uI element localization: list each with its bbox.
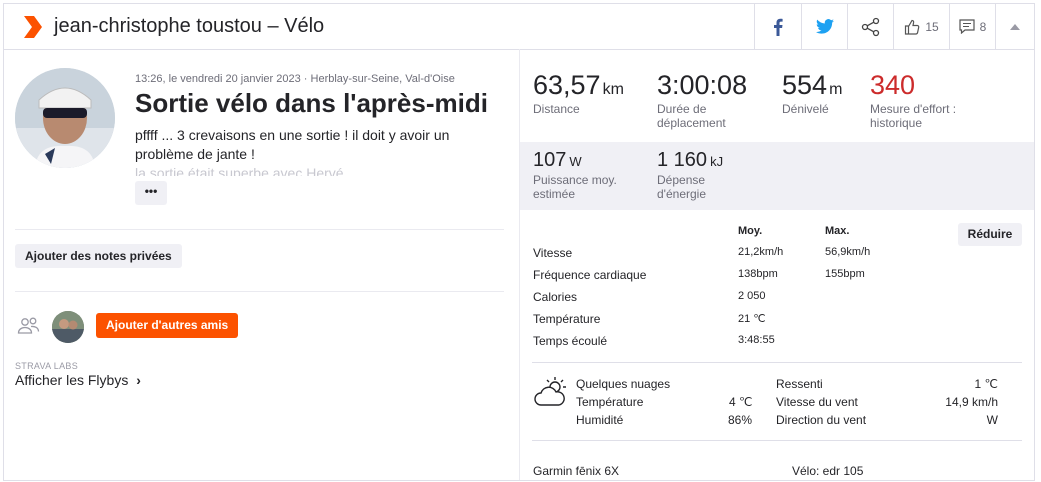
share-icon xyxy=(861,17,879,36)
facebook-icon xyxy=(774,18,783,36)
weather-wind-speed-label: Vitesse du vent xyxy=(776,395,858,409)
weather-condition: Quelques nuages xyxy=(576,377,671,391)
row-label: Calories xyxy=(533,290,578,304)
stat-unit: m xyxy=(829,81,843,98)
thumbs-up-icon xyxy=(905,19,920,35)
activity-stats: 63,57 km Distance 3:00:08 Durée de déplac… xyxy=(519,49,1034,480)
stat-label: Dénivelé xyxy=(782,102,829,116)
row-max: 155bpm xyxy=(825,268,865,280)
weather-feels-value: 1 ℃ xyxy=(974,377,998,391)
stat-value: 3:00:08 xyxy=(657,70,748,100)
header: jean-christophe toustou – Vélo 15 8 xyxy=(4,4,1034,50)
row-label: Vitesse xyxy=(533,246,573,260)
cloudy-weather-icon xyxy=(534,377,566,406)
stat-distance: 63,57 km Distance xyxy=(533,70,624,116)
add-private-notes-button[interactable]: Ajouter des notes privées xyxy=(15,244,182,268)
collapse-header-button[interactable] xyxy=(995,4,1034,49)
bike-name[interactable]: Vélo: edr 105 xyxy=(792,464,863,478)
expand-description-button[interactable]: ••• xyxy=(135,181,167,205)
row-label: Temps écoulé xyxy=(533,334,608,348)
group-icon xyxy=(17,317,40,334)
comments-count: 8 xyxy=(979,19,987,34)
weather-temp-value: 4 ℃ xyxy=(729,395,753,409)
divider xyxy=(532,440,1022,441)
activity-description: pffff ... 3 crevaisons en une sortie ! i… xyxy=(135,127,450,162)
activity-meta: 13:26, le vendredi 20 janvier 2023 · Her… xyxy=(135,73,455,85)
friend-photo xyxy=(52,311,84,343)
weather-humidity-value: 86% xyxy=(728,413,753,427)
share-facebook-button[interactable] xyxy=(754,4,801,49)
flybys-link[interactable]: Afficher les Flybys › xyxy=(15,372,141,388)
stat-value: 340 xyxy=(870,70,916,100)
row-max: 56,9km/h xyxy=(825,246,871,258)
row-avg: 21,2km/h xyxy=(738,246,784,258)
weather-feels-label: Ressenti xyxy=(776,377,823,391)
column-header-max: Max. xyxy=(825,225,850,237)
stat-unit: W xyxy=(569,154,582,169)
weather-humidity-label: Humidité xyxy=(576,413,624,427)
share-button[interactable] xyxy=(847,4,893,49)
stat-value: 1 160 xyxy=(657,149,708,171)
row-avg: 3:48:55 xyxy=(738,334,775,346)
row-label: Température xyxy=(533,312,601,326)
row-label: Fréquence cardiaque xyxy=(533,268,647,282)
divider xyxy=(15,291,504,292)
stat-unit: km xyxy=(602,81,624,98)
friend-avatar[interactable] xyxy=(52,311,84,343)
athlete-photo xyxy=(15,68,115,168)
weather-wind-speed-value: 14,9 km/h xyxy=(945,395,998,409)
stat-relative-effort[interactable]: 340 Mesure d'effort : historique xyxy=(870,70,980,130)
chevron-right-icon: › xyxy=(136,372,141,388)
weather-temp-label: Température xyxy=(576,395,644,409)
flybys-label: Afficher les Flybys xyxy=(15,372,129,388)
stat-value: 63,57 xyxy=(533,70,601,100)
twitter-icon xyxy=(815,19,834,34)
activity-title: Sortie vélo dans l'après-midi xyxy=(135,88,488,118)
add-friends-button[interactable]: Ajouter d'autres amis xyxy=(96,313,239,338)
page-title: jean-christophe toustou – Vélo xyxy=(54,15,325,37)
device-name: Garmin fēnix 6X xyxy=(533,464,620,478)
divider xyxy=(15,229,504,230)
kudos-button[interactable]: 15 xyxy=(893,4,949,49)
kudos-count: 15 xyxy=(925,19,939,34)
comment-icon xyxy=(959,19,975,34)
stat-elevation: 554 m Dénivelé xyxy=(782,70,842,116)
stat-moving-time: 3:00:08 Durée de déplacement xyxy=(657,70,757,130)
weather-wind-dir-label: Direction du vent xyxy=(776,413,867,427)
activity-description-more: la sortie était superbe avec Hervé xyxy=(135,165,344,176)
reduce-button[interactable]: Réduire xyxy=(958,223,1022,246)
header-actions: 15 8 xyxy=(754,4,1034,49)
share-twitter-button[interactable] xyxy=(801,4,847,49)
strava-labs-label: STRAVA LABS xyxy=(15,361,78,371)
stat-label: Durée de déplacement xyxy=(657,102,726,130)
row-avg: 138bpm xyxy=(738,268,778,280)
chevron-up-icon xyxy=(1010,23,1020,30)
athlete-avatar[interactable] xyxy=(15,68,115,168)
row-avg: 2 050 xyxy=(738,290,766,302)
row-avg: 21 ℃ xyxy=(738,313,766,325)
stat-energy: 1 160 kJ Dépense d'énergie xyxy=(657,149,747,201)
stat-unit: kJ xyxy=(710,154,724,169)
stat-label: Mesure d'effort : historique xyxy=(870,102,957,130)
divider xyxy=(532,362,1022,363)
comments-button[interactable]: 8 xyxy=(949,4,995,49)
stat-value: 107 xyxy=(533,149,567,171)
column-header-avg: Moy. xyxy=(738,225,763,237)
activity-page: jean-christophe toustou – Vélo 15 8 13:2… xyxy=(3,3,1035,481)
stat-label: Puissance moy. estimée xyxy=(533,173,617,201)
activity-type-icon xyxy=(24,16,42,38)
activity-summary: 13:26, le vendredi 20 janvier 2023 · Her… xyxy=(4,49,519,480)
stat-value: 554 xyxy=(782,70,828,100)
stat-power: 107 W Puissance moy. estimée xyxy=(533,149,633,201)
weather-wind-dir-value: W xyxy=(986,413,998,427)
stat-label: Distance xyxy=(533,102,580,116)
stat-label: Dépense d'énergie xyxy=(657,173,706,201)
secondary-stats: 107 W Puissance moy. estimée 1 160 kJ Dépe… xyxy=(520,142,1034,210)
